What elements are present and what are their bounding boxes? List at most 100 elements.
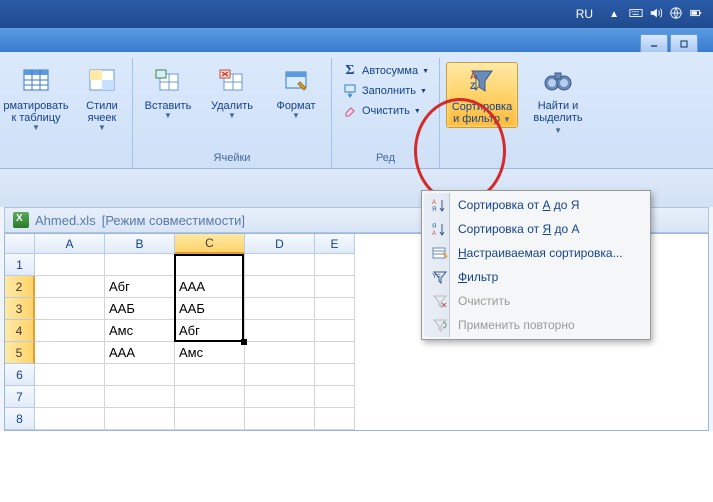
minimize-button[interactable]: [640, 34, 668, 52]
cell[interactable]: [175, 408, 245, 430]
row-header[interactable]: 7: [5, 386, 35, 408]
fill-label: Заполнить: [362, 85, 416, 97]
cell[interactable]: ААБ: [105, 298, 175, 320]
cell[interactable]: ААА: [105, 342, 175, 364]
filter-item[interactable]: Y= Фильтр: [424, 265, 648, 289]
cell[interactable]: [315, 254, 355, 276]
sort-descending-item[interactable]: ЯА Сортировка от Я до А: [424, 217, 648, 241]
cell[interactable]: ААБ: [175, 298, 245, 320]
eraser-icon: [342, 103, 358, 119]
cells-group-label: Ячейки: [139, 150, 325, 168]
row-header[interactable]: 1: [5, 254, 35, 276]
column-header-e[interactable]: E: [315, 234, 355, 254]
column-header-b[interactable]: B: [105, 234, 175, 254]
find-select-button[interactable]: Найти и выделить ▼: [526, 62, 590, 138]
cell[interactable]: [175, 364, 245, 386]
column-header-d[interactable]: D: [245, 234, 315, 254]
cell[interactable]: [35, 364, 105, 386]
svg-text:А: А: [432, 231, 436, 236]
cell[interactable]: [35, 298, 105, 320]
table-row: 6: [5, 364, 708, 386]
cell[interactable]: [35, 408, 105, 430]
dropdown-arrow-icon: ▼: [414, 108, 421, 115]
row-header[interactable]: 3: [5, 298, 35, 320]
column-header-c[interactable]: C: [175, 234, 245, 254]
sort-filter-dropdown: АЯ Сортировка от А до Я ЯА Сортировка от…: [421, 190, 651, 340]
cell[interactable]: [175, 254, 245, 276]
format-cells-button[interactable]: Формат ▼: [267, 62, 325, 123]
volume-icon[interactable]: [649, 6, 663, 23]
cell[interactable]: [35, 342, 105, 364]
language-indicator[interactable]: RU: [570, 5, 599, 23]
maximize-button[interactable]: [670, 34, 698, 52]
battery-icon[interactable]: [689, 6, 703, 23]
row-header[interactable]: 2: [5, 276, 35, 298]
selection-fill-handle[interactable]: [241, 339, 247, 345]
select-all-corner[interactable]: [5, 234, 35, 254]
cell[interactable]: [35, 254, 105, 276]
cell[interactable]: [35, 320, 105, 342]
insert-cells-button[interactable]: Вставить ▼: [139, 62, 197, 123]
delete-cells-button[interactable]: Удалить ▼: [203, 62, 261, 123]
cell[interactable]: [245, 254, 315, 276]
dropdown-arrow-icon: ▼: [420, 88, 427, 95]
find-select-label-2: выделить ▼: [528, 112, 588, 136]
sort-az-icon: АЯ: [430, 197, 450, 213]
autosum-button[interactable]: Σ Автосумма ▼: [338, 62, 433, 80]
row-header[interactable]: 6: [5, 364, 35, 386]
cell[interactable]: [245, 386, 315, 408]
clear-filter-label: Очистить: [458, 294, 510, 308]
cell[interactable]: [105, 364, 175, 386]
editing-group-label-partial: Ред: [338, 150, 433, 168]
custom-sort-item[interactable]: Настраиваемая сортировка...: [424, 241, 648, 265]
cell[interactable]: [315, 298, 355, 320]
row-header[interactable]: 8: [5, 408, 35, 430]
cell[interactable]: [245, 408, 315, 430]
cell[interactable]: [315, 342, 355, 364]
network-icon[interactable]: [669, 6, 683, 23]
chevron-up-icon[interactable]: ▲: [609, 9, 619, 20]
fill-button[interactable]: Заполнить ▼: [338, 82, 433, 100]
cell[interactable]: [245, 298, 315, 320]
cell[interactable]: Амс: [175, 342, 245, 364]
cell[interactable]: [175, 386, 245, 408]
table-icon: [20, 64, 52, 96]
clear-filter-icon: [430, 293, 450, 309]
cell[interactable]: [245, 320, 315, 342]
cell[interactable]: [105, 386, 175, 408]
binoculars-icon: [542, 64, 574, 96]
format-as-table-button[interactable]: рматировать к таблицу ▼: [0, 62, 72, 135]
keyboard-icon[interactable]: [629, 6, 643, 23]
row-header[interactable]: 4: [5, 320, 35, 342]
dropdown-arrow-icon: ▼: [292, 112, 300, 121]
clear-button[interactable]: Очистить ▼: [338, 102, 433, 120]
cell[interactable]: [245, 364, 315, 386]
sort-ascending-item[interactable]: АЯ Сортировка от А до Я: [424, 193, 648, 217]
cell[interactable]: [35, 276, 105, 298]
cell[interactable]: Абг: [105, 276, 175, 298]
cell-styles-button[interactable]: Стили ячеек ▼: [78, 62, 126, 135]
cell[interactable]: [105, 408, 175, 430]
cell[interactable]: [105, 254, 175, 276]
column-header-a[interactable]: A: [35, 234, 105, 254]
sort-filter-button[interactable]: AZ Сортировка и фильтр ▼: [446, 62, 518, 128]
system-tray: [629, 6, 703, 23]
cell[interactable]: [315, 276, 355, 298]
cell[interactable]: ААА: [175, 276, 245, 298]
row-header[interactable]: 5: [5, 342, 35, 364]
svg-text:Y=: Y=: [432, 273, 441, 280]
cell[interactable]: [315, 364, 355, 386]
cell[interactable]: [245, 276, 315, 298]
cell[interactable]: [315, 386, 355, 408]
cell[interactable]: [315, 408, 355, 430]
cell[interactable]: [35, 386, 105, 408]
cell[interactable]: Амс: [105, 320, 175, 342]
cell[interactable]: [315, 320, 355, 342]
custom-sort-icon: [430, 245, 450, 261]
custom-sort-label: Настраиваемая сортировка...: [458, 246, 623, 260]
clear-label: Очистить: [362, 105, 410, 117]
filter-icon: Y=: [430, 269, 450, 285]
dropdown-arrow-icon: ▼: [98, 124, 106, 133]
cell[interactable]: [245, 342, 315, 364]
cell[interactable]: Абг: [175, 320, 245, 342]
